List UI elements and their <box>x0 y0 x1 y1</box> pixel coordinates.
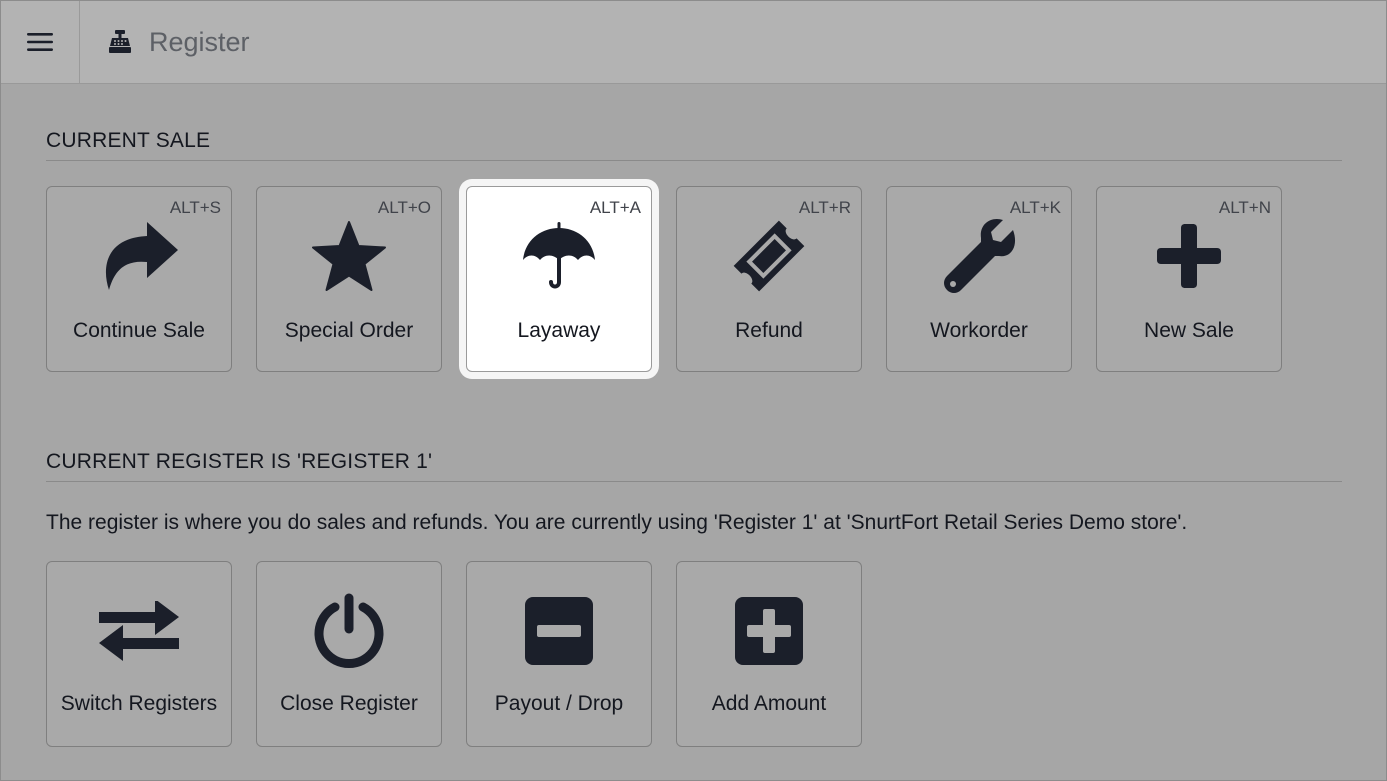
current-sale-heading: CURRENT SALE <box>46 129 1342 161</box>
plus-square-icon <box>677 592 861 670</box>
new-sale-button[interactable]: ALT+N New Sale <box>1096 186 1282 372</box>
add-amount-button[interactable]: Add Amount <box>676 561 862 747</box>
plus-icon <box>1097 217 1281 295</box>
continue-sale-button[interactable]: ALT+S Continue Sale <box>46 186 232 372</box>
page-title: Register <box>149 26 250 57</box>
register-description: The register is where you do sales and r… <box>46 511 1188 534</box>
tile-label: New Sale <box>1144 319 1234 342</box>
shortcut-hint: ALT+R <box>798 198 851 217</box>
switch-registers-button[interactable]: Switch Registers <box>46 561 232 747</box>
shortcut-hint: ALT+A <box>589 198 641 217</box>
umbrella-icon <box>467 217 651 295</box>
special-order-button[interactable]: ALT+O Special Order <box>256 186 442 372</box>
shortcut-hint: ALT+O <box>377 198 431 217</box>
tile-label: Refund <box>735 319 803 342</box>
shortcut-hint: ALT+S <box>169 198 221 217</box>
power-icon <box>257 592 441 670</box>
exchange-arrows-icon <box>47 592 231 670</box>
menu-button[interactable] <box>1 1 80 83</box>
tile-label: Layaway <box>517 319 601 342</box>
hamburger-menu-icon <box>27 33 53 51</box>
workorder-button[interactable]: ALT+K Workorder <box>886 186 1072 372</box>
star-icon <box>257 217 441 295</box>
tile-label: Continue Sale <box>73 319 205 342</box>
layaway-button[interactable]: ALT+A Layaway <box>466 186 652 372</box>
minus-square-icon <box>467 592 651 670</box>
wrench-icon <box>887 217 1071 295</box>
register-page: Register CURRENT SALE ALT+S Continue Sal… <box>0 0 1387 781</box>
cash-register-icon <box>107 29 133 55</box>
page-title-group: Register <box>107 1 250 83</box>
refund-button[interactable]: ALT+R Refund <box>676 186 862 372</box>
tile-label: Payout / Drop <box>494 692 624 715</box>
tile-label: Close Register <box>280 692 418 715</box>
shortcut-hint: ALT+K <box>1009 198 1061 217</box>
shortcut-hint: ALT+N <box>1218 198 1271 217</box>
tile-label: Workorder <box>930 319 1028 342</box>
close-register-button[interactable]: Close Register <box>256 561 442 747</box>
ticket-icon <box>677 217 861 295</box>
tile-label: Special Order <box>284 319 414 342</box>
current-register-heading: CURRENT REGISTER IS 'REGISTER 1' <box>46 450 1342 482</box>
share-arrow-icon <box>47 217 231 295</box>
tile-label: Switch Registers <box>60 692 218 715</box>
top-bar: Register <box>1 1 1386 84</box>
tile-label: Add Amount <box>711 692 827 715</box>
payout-drop-button[interactable]: Payout / Drop <box>466 561 652 747</box>
